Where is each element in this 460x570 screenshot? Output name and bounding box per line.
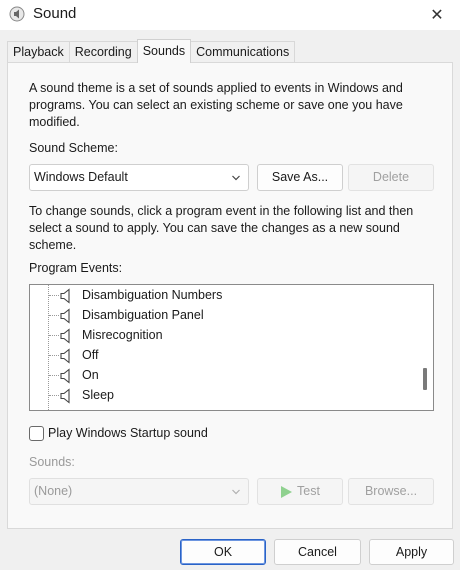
program-events-list[interactable]: Disambiguation Numbers Disambiguation Pa… [29,284,434,411]
chevron-down-icon [232,175,240,181]
speaker-icon [9,6,25,22]
ok-button[interactable]: OK [180,539,266,565]
scrollbar-thumb[interactable] [423,368,427,390]
play-icon [281,486,292,498]
sounds-value: (None) [34,484,73,498]
tab-strip: Playback Recording Sounds Communications [7,39,296,63]
list-item-label: On [82,368,99,382]
list-item[interactable]: Disambiguation Panel [30,306,415,326]
sounds-dropdown[interactable]: (None) [29,478,249,505]
instructions-text: To change sounds, click a program event … [29,204,414,252]
chevron-down-icon [232,489,240,495]
scheme-label: Sound Scheme: [29,141,118,155]
speaker-icon [60,328,70,344]
list-item-label: Disambiguation Panel [82,308,204,322]
tab-playback[interactable]: Playback [7,41,70,63]
list-item[interactable]: Misrecognition [30,326,415,346]
title-bar: Sound ✕ [0,0,460,30]
sounds-label: Sounds: [29,455,75,469]
scheme-value: Windows Default [34,170,128,184]
cancel-button[interactable]: Cancel [274,539,361,565]
list-item[interactable]: Sleep [30,386,415,406]
speaker-icon [60,368,70,384]
delete-button[interactable]: Delete [348,164,434,191]
scheme-dropdown[interactable]: Windows Default [29,164,249,191]
tab-sounds[interactable]: Sounds [136,39,192,63]
list-item-label: Misrecognition [82,328,163,342]
test-label: Test [297,484,320,498]
speaker-icon [60,348,70,364]
browse-button[interactable]: Browse... [348,478,434,505]
list-item-label: Sleep [82,388,114,402]
speaker-icon [60,388,70,404]
speaker-icon [60,308,70,324]
list-item[interactable]: Off [30,346,415,366]
close-icon: ✕ [430,7,444,24]
program-events-label: Program Events: [29,261,123,275]
sounds-panel: A sound theme is a set of sounds applied… [7,62,453,529]
speaker-icon [60,288,70,304]
list-item-label: Off [82,348,99,362]
tab-recording[interactable]: Recording [68,41,138,63]
close-button[interactable]: ✕ [414,0,460,30]
tab-communications[interactable]: Communications [190,41,296,63]
list-item-label: Disambiguation Numbers [82,288,223,302]
startup-sound-checkbox[interactable] [29,426,44,441]
list-item[interactable]: On [30,366,415,386]
window-title: Sound [33,5,77,22]
apply-button[interactable]: Apply [369,539,454,565]
intro-text: A sound theme is a set of sounds applied… [29,81,403,129]
save-as-button[interactable]: Save As... [257,164,343,191]
test-button[interactable]: Test [257,478,343,505]
startup-sound-label[interactable]: Play Windows Startup sound [48,425,208,442]
list-item[interactable]: Disambiguation Numbers [30,286,415,306]
